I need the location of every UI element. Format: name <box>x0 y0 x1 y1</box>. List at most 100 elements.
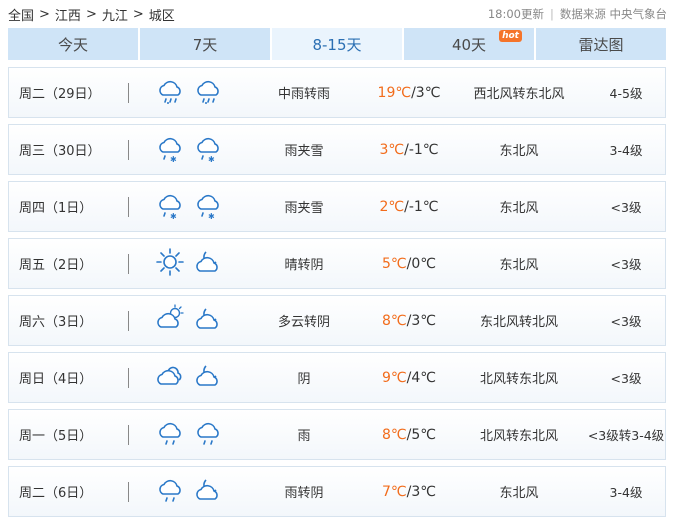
weather-text: 雨夹雪 <box>284 144 324 159</box>
forecast-row: 周二（6日） 雨转阴 7℃/3℃ 东北风 3-4级 <box>8 466 666 517</box>
wind-direction: 西北风转东北风 <box>473 87 565 102</box>
sleet-icon: ✱ <box>192 189 224 225</box>
wind-level: 3-4级 <box>609 485 643 500</box>
temperature: 3℃/-1℃ <box>364 125 454 174</box>
breadcrumb-current: 城区 <box>148 8 175 24</box>
svg-text:✱: ✱ <box>208 212 215 221</box>
breadcrumb-separator: > <box>85 6 97 22</box>
high-temp: 8℃ <box>382 426 407 443</box>
divider <box>128 254 129 274</box>
divider <box>128 140 129 160</box>
high-temp: 19℃ <box>377 84 412 101</box>
low-temp: /3℃ <box>406 312 436 329</box>
breadcrumb-link-national[interactable]: 全国 <box>8 5 34 24</box>
svg-text:✱: ✱ <box>170 155 177 164</box>
weather-text: 中雨转雨 <box>277 87 330 102</box>
light-rain-icon <box>154 417 186 453</box>
weather-text: 多云转阴 <box>277 315 330 330</box>
temperature: 2℃/-1℃ <box>364 182 454 231</box>
cloudy-moon-icon <box>192 303 224 339</box>
wind-direction: 东北风 <box>499 258 539 273</box>
tab-40days[interactable]: 40天 hot <box>404 28 534 60</box>
breadcrumb-separator: > <box>132 6 144 22</box>
wind-level: <3级转3-4级 <box>587 428 665 443</box>
breadcrumb: 全国 > 江西 > 九江 > 城区 <box>8 5 175 24</box>
partly-cloudy-icon <box>154 303 186 339</box>
high-temp: 2℃ <box>379 198 405 215</box>
sleet-icon: ✱ <box>154 132 186 168</box>
hot-badge: hot <box>499 30 522 42</box>
wind-direction: 东北风 <box>499 201 539 216</box>
light-rain-icon <box>192 417 224 453</box>
overcast-icon <box>154 360 186 396</box>
temperature: 8℃/5℃ <box>364 410 454 459</box>
wind-direction: 东北风转北风 <box>479 315 558 330</box>
data-source: 18:00更新 | 数据来源 中央气象台 <box>488 6 667 22</box>
forecast-row: 周日（4日） 阴 9℃/4℃ 北风转东北风 <3级 <box>8 352 666 403</box>
cloudy-moon-icon <box>192 474 224 510</box>
cloudy-moon-icon <box>192 360 224 396</box>
high-temp: 7℃ <box>382 483 407 500</box>
tab-radar[interactable]: 雷达图 <box>536 28 666 60</box>
update-time: 18:00更新 <box>487 7 544 21</box>
breadcrumb-link-city[interactable]: 九江 <box>102 5 128 24</box>
wind-level: <3级 <box>610 200 642 215</box>
low-temp: /4℃ <box>406 369 436 386</box>
tab-7days[interactable]: 7天 <box>140 28 270 60</box>
forecast-list: 周二（29日） 中雨转雨 19℃/3℃ 西北风转东北风 4-5级 周三（30日）… <box>8 67 666 523</box>
breadcrumb-link-province[interactable]: 江西 <box>55 5 81 24</box>
weather-text: 阴 <box>297 372 311 387</box>
forecast-row: 周五（2日） 晴转阴 5℃/0℃ 东北风 <3级 <box>8 238 666 289</box>
forecast-row: 周四（1日） ✱ ✱ 雨夹雪 2℃/-1℃ 东北风 <3级 <box>8 181 666 232</box>
day-label: 周二（6日） <box>19 486 93 501</box>
weather-icons <box>154 410 234 459</box>
divider <box>128 368 129 388</box>
tab-label: 40天 <box>451 35 487 54</box>
divider <box>128 197 129 217</box>
high-temp: 3℃ <box>379 141 405 158</box>
weather-text: 雨转阴 <box>284 486 324 501</box>
tab-8-15days[interactable]: 8-15天 <box>272 28 402 60</box>
wind-level: <3级 <box>610 371 642 386</box>
temperature: 8℃/3℃ <box>364 296 454 345</box>
high-temp: 9℃ <box>382 369 407 386</box>
day-label: 周一（5日） <box>19 429 93 444</box>
forecast-row: 周二（29日） 中雨转雨 19℃/3℃ 西北风转东北风 4-5级 <box>8 67 666 118</box>
divider <box>128 482 129 502</box>
weather-icons <box>154 68 234 117</box>
high-temp: 8℃ <box>382 312 407 329</box>
temperature: 19℃/3℃ <box>364 68 454 117</box>
rain-icon <box>154 75 186 111</box>
wind-level: 4-5级 <box>609 86 643 101</box>
light-rain-icon <box>154 474 186 510</box>
weather-icons: ✱ ✱ <box>154 125 234 174</box>
rain-icon <box>192 75 224 111</box>
low-temp: /-1℃ <box>404 198 439 215</box>
tab-today[interactable]: 今天 <box>8 28 138 60</box>
breadcrumb-separator: > <box>39 6 50 22</box>
weather-icons <box>154 239 234 288</box>
source-text: 数据来源 中央气象台 <box>559 7 667 21</box>
forecast-row: 周三（30日） ✱ ✱ 雨夹雪 3℃/-1℃ 东北风 3-4级 <box>8 124 666 175</box>
tab-label: 8-15天 <box>312 35 362 54</box>
temperature: 9℃/4℃ <box>364 353 454 402</box>
divider <box>128 311 129 331</box>
day-label: 周四（1日） <box>19 201 93 216</box>
temperature: 7℃/3℃ <box>364 467 454 516</box>
day-label: 周二（29日） <box>19 87 101 102</box>
temperature: 5℃/0℃ <box>364 239 454 288</box>
tab-label: 今天 <box>57 35 88 54</box>
forecast-tabs: 今天 7天 8-15天 40天 hot 雷达图 <box>8 28 666 60</box>
weather-icons <box>154 467 234 516</box>
forecast-row: 周六（3日） 多云转阴 8℃/3℃ 东北风转北风 <3级 <box>8 295 666 346</box>
wind-level: <3级 <box>610 257 642 272</box>
wind-direction: 东北风 <box>499 486 539 501</box>
tab-label: 雷达图 <box>578 35 624 54</box>
weather-text: 雨夹雪 <box>284 201 324 216</box>
wind-direction: 东北风 <box>499 144 539 159</box>
tab-label: 7天 <box>192 35 218 54</box>
top-bar: 全国 > 江西 > 九江 > 城区 18:00更新 | 数据来源 中央气象台 <box>8 0 667 28</box>
weather-icons <box>154 296 234 345</box>
svg-text:✱: ✱ <box>208 155 215 164</box>
forecast-row: 周一（5日） 雨 8℃/5℃ 北风转东北风 <3级转3-4级 <box>8 409 666 460</box>
